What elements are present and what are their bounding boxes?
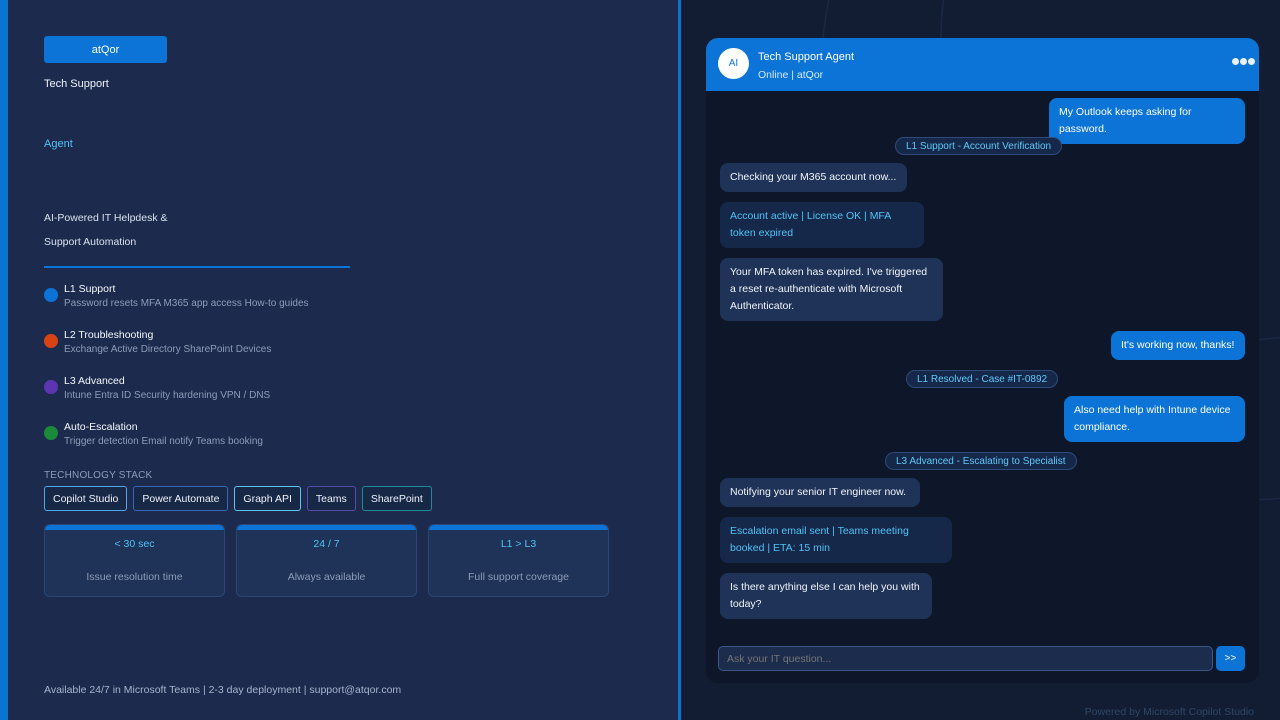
chat-status-tag: L1 Resolved - Case #IT-0892	[906, 370, 1059, 388]
stat-label: Always available	[287, 571, 366, 583]
tier-dot-icon	[44, 288, 58, 302]
tech-stack-label: TECHNOLOGY STACK	[44, 470, 153, 481]
stat-value: L1 > L3	[500, 538, 537, 550]
stack-pill-graph-api[interactable]: Graph API	[234, 486, 301, 511]
powered-by-text: Powered by Microsoft Copilot Studio	[1084, 706, 1254, 718]
tier-subtitle: Exchange Active Directory SharePoint Dev…	[64, 344, 272, 355]
tech-stack-list: Copilot Studio Power Automate Graph API …	[44, 486, 432, 511]
tier-title: L1 Support	[64, 283, 116, 295]
chat-message-agent: Your MFA token has expired. I've trigger…	[720, 258, 943, 321]
tier-subtitle: Trigger detection Email notify Teams boo…	[64, 436, 263, 447]
chat-message-info: Escalation email sent | Teams meeting bo…	[720, 517, 952, 563]
stat-label: Issue resolution time	[86, 571, 183, 583]
tier-dot-icon	[44, 380, 58, 394]
chat-message-info: Account active | License OK | MFA token …	[720, 202, 924, 248]
left-accent-bar	[0, 0, 8, 720]
left-panel: atQor Tech Support Agent AI-Powered IT H…	[8, 0, 678, 720]
stat-value: 24 / 7	[313, 538, 340, 550]
stat-card-resolution: < 30 sec Issue resolution time	[44, 524, 225, 597]
stat-label: Full support coverage	[468, 571, 569, 583]
tier-dot-icon	[44, 334, 58, 348]
chat-message-user: My Outlook keeps asking for password.	[1049, 98, 1245, 144]
hero-title-line1: Tech Support	[44, 78, 109, 90]
chat-message-agent: Notifying your senior IT engineer now.	[720, 478, 920, 507]
chat-header: AI Tech Support Agent Online | atQor	[706, 38, 1259, 91]
chat-status-tag: L3 Advanced - Escalating to Specialist	[885, 452, 1077, 470]
chat-status-tag: L1 Support - Account Verification	[895, 137, 1063, 155]
chat-window: AI Tech Support Agent Online | atQor My …	[706, 38, 1259, 683]
hero-tagline: AI-Powered IT Helpdesk & Support Automat…	[44, 206, 344, 254]
more-options-icon[interactable]	[1232, 58, 1255, 65]
stat-accent-bar	[237, 525, 416, 530]
chat-message-agent: Checking your M365 account now...	[720, 163, 907, 192]
hero-title-line2: Agent	[44, 138, 73, 150]
tier-dot-icon	[44, 426, 58, 440]
tier-title: L3 Advanced	[64, 375, 125, 387]
chat-input[interactable]	[718, 646, 1213, 671]
chat-message-agent: Is there anything else I can help you wi…	[720, 573, 932, 619]
tagline-line1: AI-Powered IT Helpdesk &	[44, 212, 168, 224]
tagline-line2: Support Automation	[44, 236, 137, 248]
agent-avatar: AI	[718, 48, 749, 79]
tier-title: L2 Troubleshooting	[64, 329, 154, 341]
tier-title: Auto-Escalation	[64, 421, 138, 433]
stack-pill-teams[interactable]: Teams	[306, 486, 356, 511]
tier-subtitle: Password resets MFA M365 app access How-…	[64, 298, 309, 309]
stat-accent-bar	[429, 525, 608, 530]
section-divider	[44, 266, 350, 268]
brand-button[interactable]: atQor	[44, 36, 167, 63]
chat-message-user: It's working now, thanks!	[1111, 331, 1245, 360]
stat-accent-bar	[45, 525, 224, 530]
stat-value: < 30 sec	[114, 538, 155, 550]
stat-card-coverage: L1 > L3 Full support coverage	[428, 524, 609, 597]
send-button[interactable]: >>	[1216, 646, 1245, 671]
chat-agent-name: Tech Support Agent	[758, 51, 855, 63]
chat-agent-status: Online | atQor	[758, 69, 824, 81]
chat-message-user: Also need help with Intune device compli…	[1064, 396, 1245, 442]
footer-text: Available 24/7 in Microsoft Teams | 2-3 …	[44, 684, 402, 696]
stack-pill-copilot-studio[interactable]: Copilot Studio	[44, 486, 128, 511]
tier-subtitle: Intune Entra ID Security hardening VPN /…	[64, 390, 271, 401]
stack-pill-sharepoint[interactable]: SharePoint	[361, 486, 432, 511]
stat-card-availability: 24 / 7 Always available	[236, 524, 417, 597]
right-panel: AI Tech Support Agent Online | atQor My …	[681, 0, 1280, 720]
stack-pill-power-automate[interactable]: Power Automate	[133, 486, 229, 511]
